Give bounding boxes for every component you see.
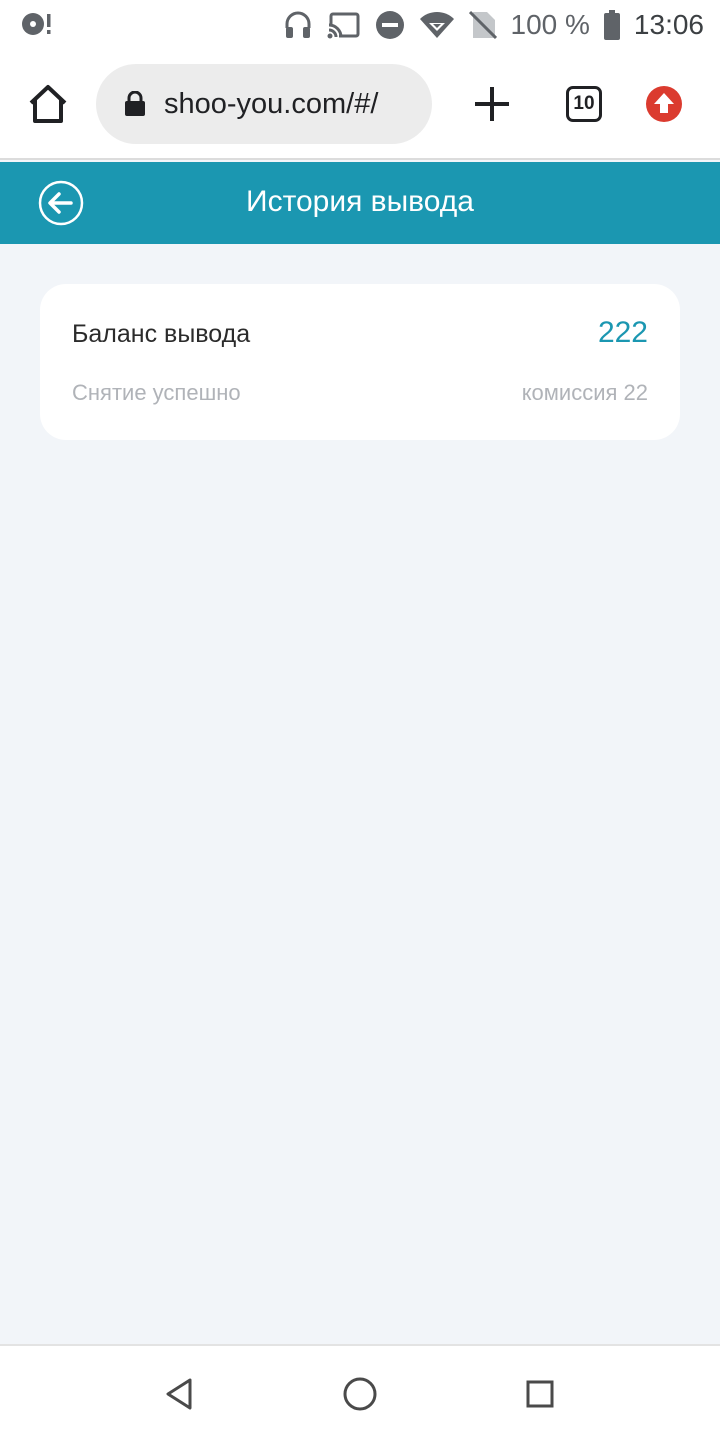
url-text: shoo-you.com/#/: [164, 87, 379, 120]
cast-icon: [326, 11, 361, 39]
home-circle-icon[interactable]: [340, 1374, 380, 1414]
update-icon[interactable]: [646, 86, 682, 122]
back-triangle-icon[interactable]: [160, 1374, 200, 1414]
plus-icon[interactable]: [472, 84, 512, 124]
withdrawal-fee: комиссия 22: [521, 380, 648, 405]
no-sim-icon: [468, 10, 497, 40]
battery-icon: [603, 10, 620, 40]
app-header: История вывода: [0, 162, 720, 244]
withdrawal-card[interactable]: Баланс вывода 222 Снятие успешно комисси…: [40, 284, 680, 440]
recents-square-icon[interactable]: [520, 1374, 560, 1414]
status-bar: 100 % 13:06: [0, 0, 720, 50]
back-arrow-icon[interactable]: [38, 180, 84, 226]
url-bar[interactable]: shoo-you.com/#/: [96, 64, 432, 144]
lock-icon: [124, 90, 146, 117]
headset-icon: [283, 10, 313, 40]
withdrawal-amount: 222: [597, 316, 648, 349]
do-not-disturb-icon: [375, 10, 405, 40]
browser-toolbar: shoo-you.com/#/ 10: [0, 50, 720, 160]
tabs-icon[interactable]: 10: [566, 86, 602, 122]
media-notification-icon: [20, 10, 54, 38]
wifi-icon: [419, 11, 455, 39]
withdrawal-status: Снятие успешно: [72, 380, 241, 405]
battery-percent: 100 %: [510, 9, 590, 40]
home-icon[interactable]: [26, 82, 70, 126]
clock: 13:06: [633, 9, 704, 40]
withdrawal-title: Баланс вывода: [72, 320, 251, 348]
system-nav-bar: [0, 1344, 720, 1440]
page-title: История вывода: [246, 185, 474, 218]
